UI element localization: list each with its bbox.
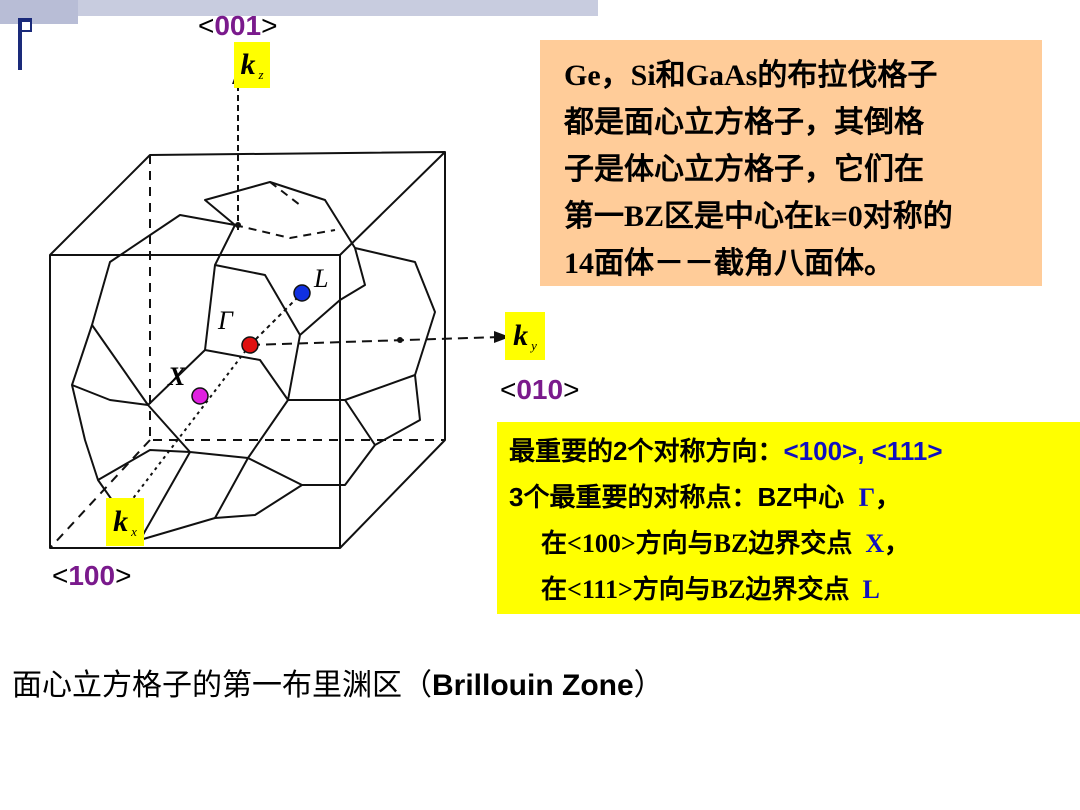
ky-sub: y	[531, 338, 537, 353]
ky-label: ky	[505, 312, 545, 360]
dir-010-num: 010	[516, 374, 564, 405]
L-point	[293, 284, 311, 302]
kx-sub: x	[131, 524, 137, 539]
sym-line-3: 在<100>方向与BZ边界交点 X，	[509, 521, 1080, 567]
info-line-1: Ge，Si和GaAs的布拉伐格子	[564, 59, 938, 92]
kz-k: k	[240, 48, 256, 81]
dir-010-close: >	[563, 374, 580, 405]
sym-line-1: 最重要的2个对称方向：<100>, <111>	[509, 428, 1080, 474]
info-line-4: 第一BZ区是中心在k=0对称的	[564, 200, 953, 233]
cube-right-face	[339, 152, 446, 549]
caption-en: Brillouin Zone	[432, 669, 634, 702]
ky-boundary-dot	[397, 337, 403, 343]
dir-label-001: <001>	[198, 10, 277, 42]
ky-k: k	[513, 319, 529, 352]
lattice-info-box: Ge，Si和GaAs的布拉伐格子 都是面心立方格子，其倒格 子是体心立方格子，它…	[540, 40, 1042, 286]
kz-boundary-dot	[235, 222, 241, 228]
kx-label: kx	[106, 498, 144, 546]
sym-line-3-tail: ，	[884, 529, 911, 558]
dir-label-100: <100>	[52, 560, 131, 592]
caption-close: ）	[633, 669, 664, 702]
sym-line-2-tail: ，	[875, 482, 902, 512]
sym-L: L	[862, 575, 880, 604]
symmetry-info-box: 最重要的2个对称方向：<100>, <111> 3个最重要的对称点：BZ中心 Γ…	[497, 422, 1080, 614]
dir-001-num: 001	[214, 10, 262, 41]
octahedron-inner-edges	[71, 224, 416, 541]
info-line-5: 14面体－－截角八面体。	[564, 247, 894, 280]
dir-100-close: >	[115, 560, 132, 591]
dir-010-open: <	[500, 374, 517, 405]
dir-100-open: <	[52, 560, 69, 591]
octahedron-outline	[71, 181, 436, 541]
sym-X: X	[865, 529, 885, 558]
kz-label: kz	[234, 42, 270, 88]
gamma-point	[241, 336, 259, 354]
sym-line-4: 在<111>方向与BZ边界交点 L	[509, 567, 1080, 613]
caption-cn: 面心立方格子的第一布里渊区（	[12, 669, 432, 702]
kx-axis	[127, 344, 251, 506]
sym-directions: <100>, <111>	[783, 436, 943, 466]
octahedron-hidden-edges	[234, 181, 336, 239]
sym-line-3-text: 在<100>方向与BZ边界交点	[541, 529, 853, 558]
sym-line-1-text: 最重要的2个对称方向：	[509, 436, 784, 466]
dir-100-num: 100	[68, 560, 116, 591]
figure-caption: 面心立方格子的第一布里渊区（Brillouin Zone）	[12, 660, 664, 704]
kx-k: k	[113, 505, 129, 538]
gamma-point-label: Γ	[218, 306, 233, 335]
L-point-label: L	[314, 264, 329, 293]
sym-gamma: Γ	[858, 483, 876, 512]
dir-label-010: <010>	[500, 374, 579, 406]
info-line-3: 子是体心立方格子，它们在	[564, 153, 924, 186]
ky-axis	[249, 336, 501, 346]
dir-001-close: >	[261, 10, 278, 41]
gamma-L-line	[249, 292, 303, 346]
X-point	[191, 387, 209, 405]
sym-line-2: 3个最重要的对称点：BZ中心 Γ，	[509, 474, 1080, 521]
cube-top-face	[49, 151, 446, 256]
kz-sub: z	[258, 67, 264, 82]
sym-line-4-text: 在<111>方向与BZ边界交点	[541, 575, 850, 604]
info-line-2: 都是面心立方格子，其倒格	[564, 106, 924, 139]
X-point-label: X	[168, 362, 186, 391]
sym-line-2-text: 3个最重要的对称点：BZ中心	[509, 482, 845, 512]
dir-001-open: <	[198, 10, 215, 41]
